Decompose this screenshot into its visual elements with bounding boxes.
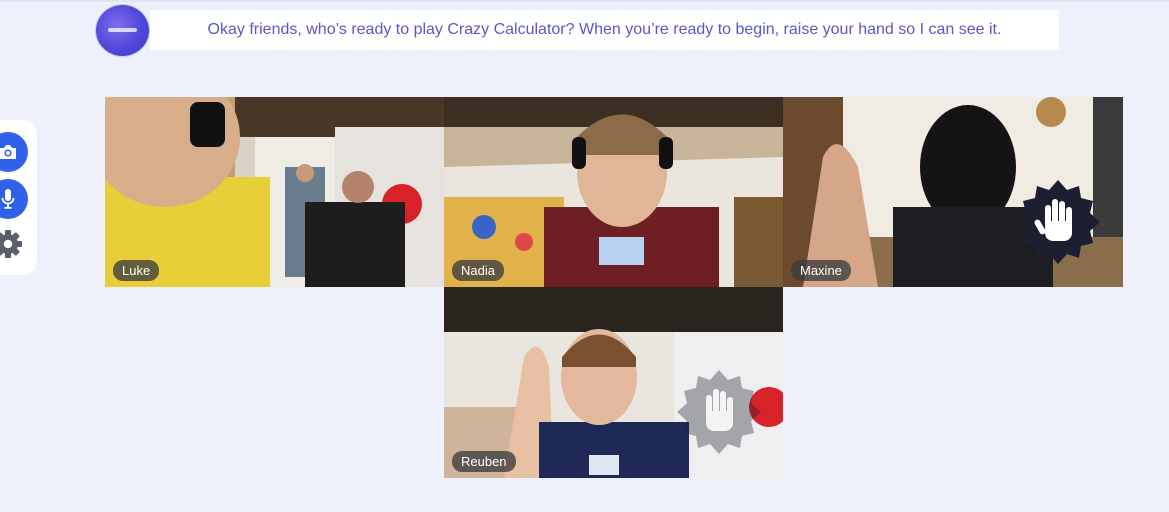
media-toolbar: [0, 120, 37, 275]
video-feed: [105, 97, 444, 287]
camera-toggle-button[interactable]: [0, 132, 28, 172]
raised-hand-icon: [677, 370, 761, 454]
host-avatar: [96, 5, 149, 56]
video-tile-reuben[interactable]: Reuben: [444, 287, 783, 478]
microphone-toggle-button[interactable]: [0, 179, 28, 219]
camera-icon: [0, 145, 16, 159]
participant-name: Maxine: [791, 260, 851, 281]
video-tile-nadia[interactable]: Nadia: [444, 97, 783, 287]
video-tile-luke[interactable]: Luke: [105, 97, 444, 287]
top-border: [0, 0, 1169, 2]
participant-name: Nadia: [452, 260, 504, 281]
raised-hand-icon: [1016, 180, 1100, 264]
participant-name: Reuben: [452, 451, 516, 472]
video-tile-maxine[interactable]: Maxine: [783, 97, 1123, 287]
microphone-icon: [1, 189, 15, 209]
video-feed: [444, 97, 783, 287]
participant-name: Luke: [113, 260, 160, 281]
host-message: Okay friends, who’s ready to play Crazy …: [150, 10, 1059, 50]
gear-icon[interactable]: [0, 228, 24, 260]
